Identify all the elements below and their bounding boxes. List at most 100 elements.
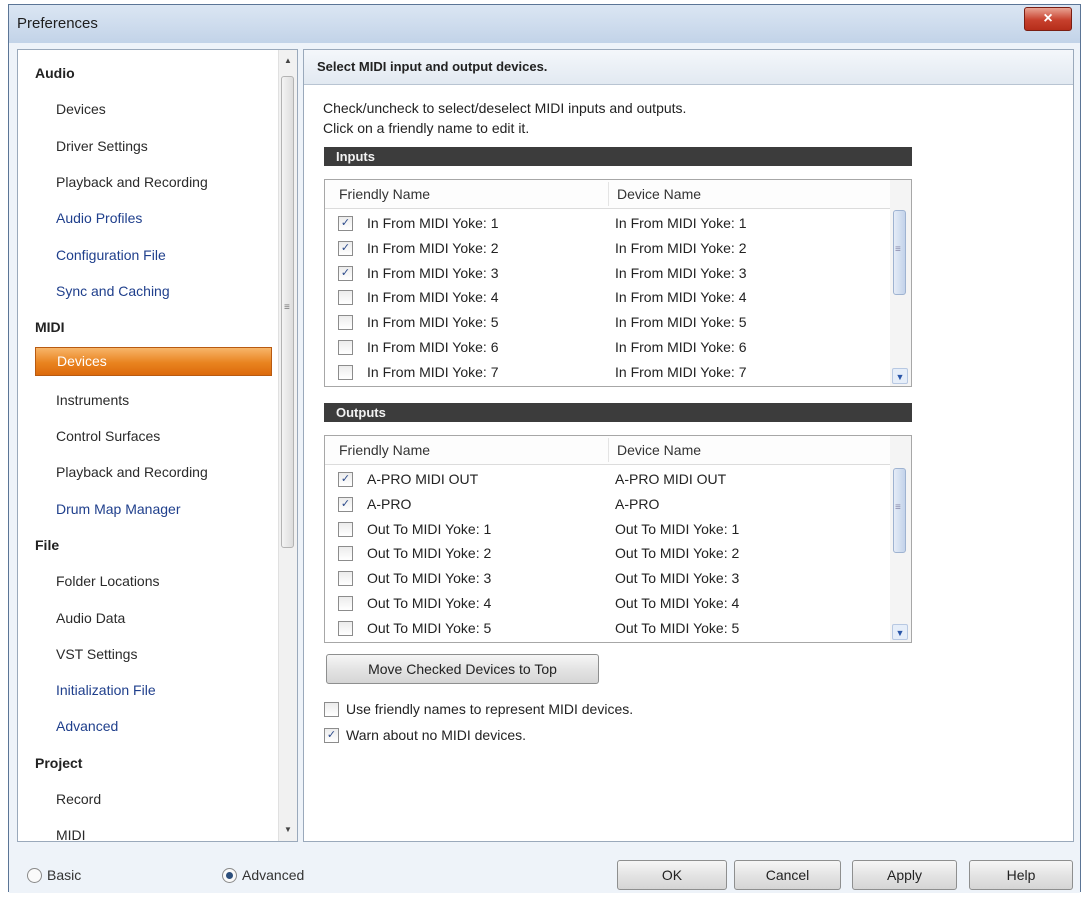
friendly-name-cell[interactable]: Out To MIDI Yoke: 2 [367, 545, 491, 561]
friendly-name-cell[interactable]: Out To MIDI Yoke: 3 [367, 570, 491, 586]
list-item[interactable]: In From MIDI Yoke: 7 In From MIDI Yoke: 7 [325, 361, 891, 386]
list-item[interactable]: ✓ In From MIDI Yoke: 2 In From MIDI Yoke: … [325, 237, 891, 262]
column-header-device-name[interactable]: Device Name [617, 186, 701, 202]
list-item[interactable]: Out To MIDI Yoke: 1 Out To MIDI Yoke: 1 [325, 518, 891, 543]
device-checkbox[interactable]: ✓ [338, 496, 353, 512]
friendly-name-cell[interactable]: Out To MIDI Yoke: 5 [367, 620, 491, 636]
list-item[interactable]: In From MIDI Yoke: 4 In From MIDI Yoke: 4 [325, 286, 891, 311]
friendly-name-cell[interactable]: In From MIDI Yoke: 7 [367, 364, 499, 380]
sidebar-item[interactable]: Record [56, 784, 101, 814]
sidebar-category[interactable]: Audio [35, 58, 75, 88]
list-item[interactable]: ✓ A-PRO A-PRO [325, 493, 891, 518]
inputs-scrollbar[interactable]: ≡ ▼ [890, 180, 911, 386]
column-header-device-name[interactable]: Device Name [617, 442, 701, 458]
sidebar-item[interactable]: Control Surfaces [56, 421, 160, 451]
dialog-footer: Basic Advanced OK Cancel Apply Help [9, 851, 1080, 893]
friendly-name-cell[interactable]: A-PRO [367, 496, 411, 512]
device-checkbox[interactable] [338, 315, 353, 331]
list-item[interactable]: Out To MIDI Yoke: 5 Out To MIDI Yoke: 5 [325, 617, 891, 642]
sidebar-item[interactable]: MIDI [56, 820, 86, 841]
list-item[interactable]: In From MIDI Yoke: 5 In From MIDI Yoke: 5 [325, 311, 891, 336]
device-checkbox[interactable] [338, 571, 353, 587]
outputs-scroll-thumb[interactable]: ≡ [893, 468, 906, 553]
sidebar-item[interactable]: Drum Map Manager [56, 494, 181, 524]
friendly-name-cell[interactable]: Out To MIDI Yoke: 4 [367, 595, 491, 611]
device-checkbox[interactable]: ✓ [338, 265, 353, 281]
scroll-down-icon[interactable]: ▼ [892, 368, 908, 384]
move-checked-devices-button[interactable]: Move Checked Devices to Top [326, 654, 599, 684]
column-header-friendly-name[interactable]: Friendly Name [339, 442, 430, 458]
device-checkbox[interactable] [338, 546, 353, 562]
help-button[interactable]: Help [969, 860, 1073, 890]
friendly-name-cell[interactable]: In From MIDI Yoke: 6 [367, 339, 499, 355]
friendly-name-cell[interactable]: In From MIDI Yoke: 4 [367, 289, 499, 305]
option-label: Warn about no MIDI devices. [346, 727, 527, 743]
device-name-cell: Out To MIDI Yoke: 2 [615, 545, 740, 562]
sidebar-item[interactable]: Audio Profiles [56, 203, 142, 233]
sidebar-item[interactable]: Configuration File [56, 240, 166, 270]
device-name-cell: A-PRO [615, 495, 660, 512]
nav-scrollbar[interactable]: ▲ ≡ ▼ [278, 50, 297, 841]
device-checkbox[interactable] [338, 620, 353, 636]
nav-scroll-thumb[interactable]: ≡ [281, 76, 294, 548]
device-checkbox[interactable] [338, 364, 353, 380]
sidebar-item[interactable]: Advanced [56, 711, 118, 741]
friendly-name-cell[interactable]: In From MIDI Yoke: 5 [367, 314, 499, 330]
list-item[interactable]: ✓ In From MIDI Yoke: 1 In From MIDI Yoke: … [325, 212, 891, 237]
ok-button[interactable]: OK [617, 860, 727, 890]
inputs-scroll-thumb[interactable]: ≡ [893, 210, 906, 295]
friendly-name-cell[interactable]: In From MIDI Yoke: 3 [367, 265, 499, 281]
sidebar-item[interactable]: Audio Data [56, 603, 125, 633]
sidebar-item[interactable]: Initialization File [56, 675, 156, 705]
scroll-down-icon[interactable]: ▼ [279, 821, 297, 839]
scroll-grip-icon: ≡ [895, 502, 901, 513]
panel-header-text: Select MIDI input and output devices. [317, 59, 548, 74]
device-checkbox[interactable] [338, 290, 353, 306]
column-header-friendly-name[interactable]: Friendly Name [339, 186, 430, 202]
sidebar-item[interactable]: Sync and Caching [56, 276, 170, 306]
preferences-nav-tree: Audio Devices Driver Settings Playback and … [17, 49, 298, 842]
device-checkbox[interactable]: ✓ [338, 472, 353, 487]
sidebar-category[interactable]: Project [35, 748, 82, 778]
scroll-down-icon[interactable]: ▼ [892, 624, 908, 640]
device-checkbox[interactable]: ✓ [338, 240, 353, 256]
list-item[interactable]: ✓ In From MIDI Yoke: 3 In From MIDI Yoke: … [325, 262, 891, 287]
sidebar-category[interactable]: File [35, 530, 59, 560]
close-button[interactable]: × [1024, 7, 1072, 31]
outputs-scrollbar[interactable]: ≡ ▼ [890, 436, 911, 642]
sidebar-item[interactable]: Driver Settings [56, 131, 148, 161]
cancel-button[interactable]: Cancel [734, 860, 841, 890]
sidebar-item[interactable]: VST Settings [56, 639, 137, 669]
instruction-line-2: Click on a friendly name to edit it. [323, 120, 530, 136]
apply-button[interactable]: Apply [852, 860, 957, 890]
device-checkbox[interactable] [338, 340, 353, 355]
device-name-cell: In From MIDI Yoke: 6 [615, 339, 747, 355]
list-item[interactable]: Out To MIDI Yoke: 3 Out To MIDI Yoke: 3 [325, 567, 891, 592]
radio-button[interactable] [27, 868, 42, 883]
sidebar-item[interactable]: Devices [56, 94, 106, 124]
list-item[interactable]: Out To MIDI Yoke: 2 Out To MIDI Yoke: 2 [325, 542, 891, 567]
outputs-group-bar: Outputs [324, 403, 912, 422]
radio-button[interactable] [222, 868, 237, 883]
sidebar-item-midi-devices[interactable]: Devices [35, 347, 272, 376]
radio-label: Advanced [242, 867, 305, 883]
sidebar-item[interactable]: Playback and Recording [56, 457, 208, 487]
scroll-up-icon[interactable]: ▲ [279, 52, 297, 70]
list-item[interactable]: In From MIDI Yoke: 6 In From MIDI Yoke: 6 [325, 336, 891, 361]
device-checkbox[interactable]: ✓ [338, 216, 353, 231]
friendly-name-cell[interactable]: A-PRO MIDI OUT [367, 471, 478, 487]
sidebar-item[interactable]: Playback and Recording [56, 167, 208, 197]
friendly-name-cell[interactable]: Out To MIDI Yoke: 1 [367, 521, 491, 537]
sidebar-item[interactable]: Instruments [56, 385, 129, 415]
friendly-name-cell[interactable]: In From MIDI Yoke: 1 [367, 215, 499, 231]
list-item[interactable]: Out To MIDI Yoke: 4 Out To MIDI Yoke: 4 [325, 592, 891, 617]
device-checkbox[interactable] [338, 596, 353, 611]
sidebar-item[interactable]: Folder Locations [56, 566, 160, 596]
friendly-name-cell[interactable]: In From MIDI Yoke: 2 [367, 240, 499, 256]
device-checkbox[interactable] [338, 521, 353, 537]
list-item[interactable]: ✓ A-PRO MIDI OUT A-PRO MIDI OUT [325, 468, 891, 493]
scroll-grip-icon: ≡ [895, 244, 901, 255]
checkbox[interactable]: ✓ [324, 728, 339, 743]
checkbox[interactable] [324, 702, 339, 717]
sidebar-category[interactable]: MIDI [35, 312, 65, 342]
